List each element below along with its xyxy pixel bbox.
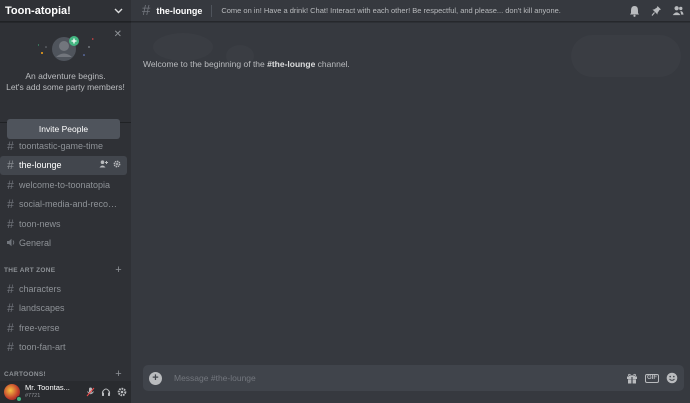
message-composer: + GIF [143,365,684,391]
channel-the-lounge[interactable]: # the-lounge [0,155,127,175]
channel-welcome-to-toonatopia[interactable]: # welcome-to-toonatopia [0,175,127,195]
channel-characters[interactable]: # characters [0,279,127,299]
user-tag: #7721 [25,393,41,399]
channel-social-media[interactable]: # social-media-and-recom... [0,195,127,215]
channel-label: toon-news [19,218,61,229]
user-panel: Mr. Toontas... #7721 [0,381,131,403]
channel-label: social-media-and-recom... [19,199,121,210]
channel-label: toontastic-game-time [19,140,104,151]
gift-icon[interactable] [626,373,638,384]
header-divider [211,4,213,17]
gif-button[interactable]: GIF [645,373,659,383]
hash-icon: # [7,281,14,296]
channel-label: characters [19,283,62,294]
invite-message: An adventure begins. Let's add some part… [0,71,131,93]
channel-landscapes[interactable]: # landscapes [0,299,127,319]
channel-sidebar: Toon-atopia! ✕ An adventure begins. Let'… [0,0,131,403]
hash-icon: # [7,216,14,231]
background-decoration [153,33,213,61]
invite-line-2: Let's add some party members! [6,82,125,92]
mute-microphone-icon[interactable] [85,387,95,397]
channel-label: toon-fan-art [19,342,66,353]
hash-icon: # [7,197,14,212]
upload-plus-icon[interactable]: + [149,371,162,385]
channel-label: the-lounge [19,160,62,171]
welcome-prefix: Welcome to the beginning of the [143,59,268,69]
channel-label: welcome-to-toonatopia [19,179,111,190]
category-the-art-zone[interactable]: THE ART ZONE + [0,261,131,279]
channel-toon-fan-art[interactable]: # toon-fan-art [0,338,127,358]
invite-illustration-icon [34,33,98,67]
welcome-channel: #the-lounge [267,59,316,69]
online-status-icon [16,396,22,402]
channel-label: free-verse [19,322,60,333]
member-list-icon[interactable] [672,5,684,17]
channel-title: the-lounge [156,5,203,16]
hash-icon: # [7,138,14,153]
hash-icon: # [7,158,14,173]
emoji-icon[interactable] [666,372,678,384]
invite-card: ✕ An adventure begins. Let's add some pa… [0,23,131,139]
channel-label: General [19,238,52,249]
hash-icon: # [7,301,14,316]
server-name: Toon-atopia! [5,4,71,17]
welcome-suffix: channel. [315,59,350,69]
channel-toon-news[interactable]: # toon-news [0,214,127,234]
voice-channel-general[interactable]: General [0,234,127,254]
category-label: THE ART ZONE [4,266,56,274]
chevron-down-icon[interactable] [113,6,123,16]
channel-list: # toontastic-game-time # the-lounge # we… [0,136,131,383]
channel-label: landscapes [19,303,65,314]
gear-icon[interactable] [113,160,121,170]
add-member-icon[interactable] [99,160,108,170]
channel-header: # the-lounge Come on in! Have a drink! C… [131,0,690,22]
speaker-icon [5,236,16,250]
channel-toontastic-game-time[interactable]: # toontastic-game-time [0,136,127,156]
close-icon[interactable]: ✕ [114,29,122,40]
headphones-icon[interactable] [101,387,111,397]
bell-icon[interactable] [628,5,640,17]
chat-area: # the-lounge Come on in! Have a drink! C… [131,0,690,403]
category-label: CARTOONS! [4,370,46,378]
invite-line-1: An adventure begins. [25,71,106,81]
message-input[interactable] [174,373,626,383]
hash-icon: # [142,2,151,19]
background-decoration [571,35,681,77]
hash-icon: # [7,340,14,355]
hash-icon: # [7,320,14,335]
add-channel-icon[interactable]: + [115,368,122,380]
user-info: Mr. Toontas... #7721 [25,384,85,400]
channel-topic[interactable]: Come on in! Have a drink! Chat! Interact… [221,6,620,15]
server-header[interactable]: Toon-atopia! [0,0,131,22]
avatar[interactable] [4,384,22,402]
username: Mr. Toontas... [25,384,70,392]
gear-icon[interactable] [117,387,127,397]
pin-icon[interactable] [650,5,662,17]
channel-welcome-message: Welcome to the beginning of the #the-lou… [143,59,350,69]
message-list[interactable]: Welcome to the beginning of the #the-lou… [131,23,690,355]
hash-icon: # [7,177,14,192]
channel-free-verse[interactable]: # free-verse [0,318,127,338]
add-channel-icon[interactable]: + [115,264,122,276]
